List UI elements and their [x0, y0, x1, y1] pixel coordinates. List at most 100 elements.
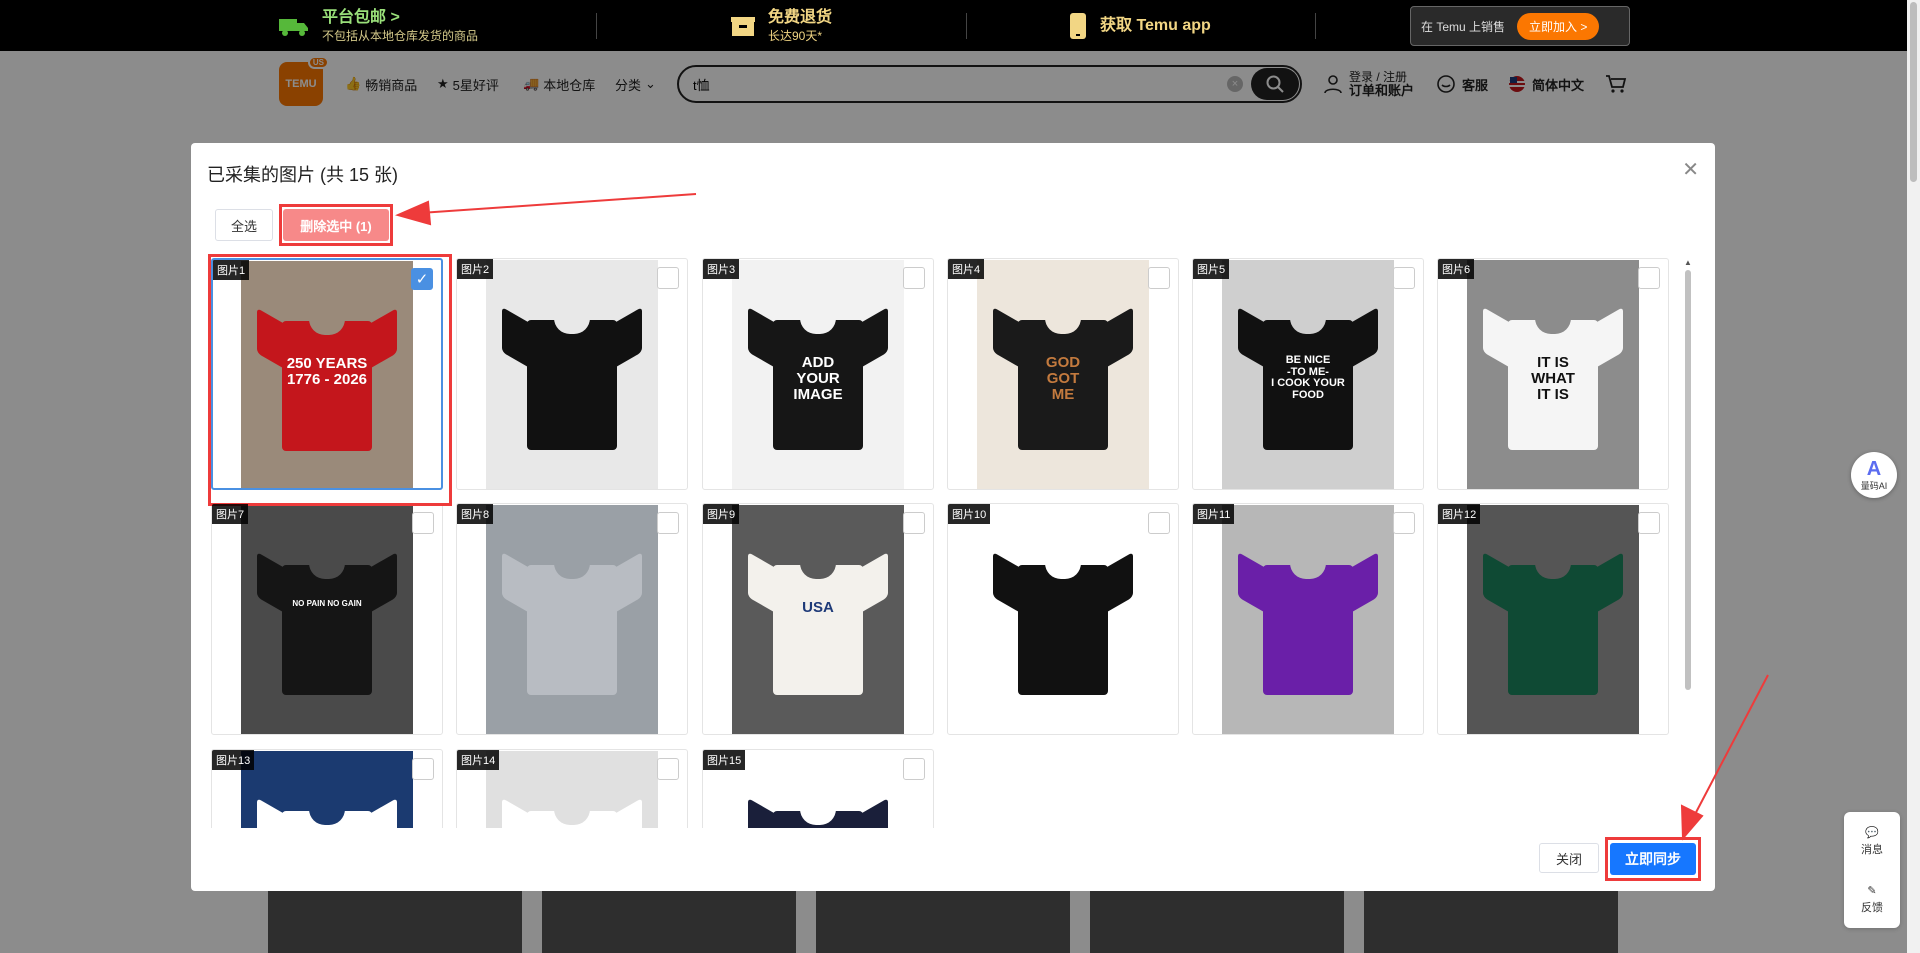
dialog-title: 已采集的图片 (共 15 张): [207, 165, 399, 185]
image-label: 图片8: [457, 504, 494, 524]
image-card[interactable]: 图片11: [1192, 503, 1424, 735]
select-checkbox[interactable]: [1393, 512, 1415, 534]
select-checkbox[interactable]: [657, 758, 679, 780]
shirt-print-text: IT IS WHAT IT IS: [1531, 354, 1575, 403]
scroll-up-icon[interactable]: ▲: [1684, 258, 1692, 267]
free-returns-promo[interactable]: 免费退货 长达90天*: [730, 0, 832, 51]
shirt-print-text: BE NICE -TO ME- I COOK YOUR FOOD: [1271, 354, 1345, 401]
side-tools: 💬 消息 ✎ 反馈: [1844, 812, 1900, 928]
grid-scrollbar[interactable]: ▲: [1684, 258, 1692, 828]
tshirt-graphic: [502, 545, 642, 695]
product-image: [1467, 505, 1639, 734]
select-checkbox[interactable]: [1148, 267, 1170, 289]
select-checkbox[interactable]: [1638, 267, 1660, 289]
select-checkbox[interactable]: [412, 758, 434, 780]
page-scrollbar[interactable]: [1907, 0, 1920, 953]
select-checkbox[interactable]: [657, 512, 679, 534]
scrollbar-thumb[interactable]: [1910, 2, 1917, 182]
image-label: 图片10: [948, 504, 991, 524]
select-checkbox[interactable]: ✓: [411, 268, 433, 290]
product-image: [241, 751, 413, 828]
tshirt-graphic: BE NICE -TO ME- I COOK YOUR FOOD: [1238, 300, 1378, 450]
truck-icon: [279, 18, 308, 36]
image-card[interactable]: BE NICE -TO ME- I COOK YOUR FOOD 图片5: [1192, 258, 1424, 490]
ai-logo-icon: A: [1866, 457, 1882, 480]
shirt-print-text: GOD GOT ME: [1045, 354, 1081, 403]
tshirt-graphic: IT IS WHAT IT IS: [1483, 300, 1623, 450]
product-image: [977, 505, 1149, 734]
image-label: 图片6: [1438, 259, 1475, 279]
tshirt-graphic: [257, 791, 397, 828]
phone-icon: [1070, 12, 1086, 39]
image-label: 图片14: [457, 750, 500, 770]
image-card[interactable]: NO PAIN NO GAIN 图片7: [211, 503, 443, 735]
image-label: 图片5: [1193, 259, 1230, 279]
image-label: 图片7: [212, 504, 249, 524]
image-card[interactable]: 图片15: [702, 749, 934, 828]
join-now-button[interactable]: 立即加入 >: [1517, 12, 1600, 40]
close-button[interactable]: 关闭: [1539, 843, 1599, 873]
free-returns-title: 免费退货: [768, 8, 833, 26]
divider: [966, 13, 967, 39]
get-app-promo[interactable]: 获取 Temu app: [1068, 0, 1211, 51]
tshirt-graphic: GOD GOT ME: [993, 300, 1133, 450]
feedback-tool[interactable]: ✎ 反馈: [1861, 884, 1883, 915]
tshirt-graphic: ADD YOUR IMAGE: [748, 300, 888, 450]
tshirt-graphic: [1483, 545, 1623, 695]
tshirt-graphic: USA: [748, 545, 888, 695]
image-card[interactable]: GOD GOT ME 图片4: [947, 258, 1179, 490]
image-label: 图片4: [948, 259, 985, 279]
shirt-print-text: ADD YOUR IMAGE: [793, 354, 843, 403]
free-returns-sub: 长达90天*: [768, 28, 823, 43]
tshirt-graphic: [502, 791, 642, 828]
ai-label: 量码AI: [1860, 480, 1888, 491]
select-checkbox[interactable]: [1393, 267, 1415, 289]
select-all-button[interactable]: 全选: [215, 209, 273, 241]
free-shipping-title: 平台包邮 >: [322, 8, 400, 26]
product-image: [486, 751, 658, 828]
image-card[interactable]: 图片10: [947, 503, 1179, 735]
select-checkbox[interactable]: [903, 758, 925, 780]
ai-assistant-button[interactable]: A 量码AI: [1851, 452, 1897, 498]
annotation-highlight-delete: [279, 204, 393, 246]
grid-scrollbar-thumb[interactable]: [1685, 270, 1691, 690]
message-tool[interactable]: 💬 消息: [1861, 826, 1883, 857]
image-card[interactable]: USA 图片9: [702, 503, 934, 735]
select-checkbox[interactable]: [412, 512, 434, 534]
image-label: 图片12: [1438, 504, 1481, 524]
sell-on-temu-banner[interactable]: 在 Temu 上销售 立即加入 >: [1410, 6, 1630, 46]
tshirt-graphic: [748, 791, 888, 828]
product-image: [486, 260, 658, 489]
image-card[interactable]: 图片8: [456, 503, 688, 735]
promo-bar: 平台包邮 > 不包括从本地仓库发货的商品 免费退货 长达90天* 获取 Temu…: [0, 0, 1907, 51]
image-label: 图片15: [703, 750, 746, 770]
tshirt-graphic: [993, 545, 1133, 695]
image-label: 图片11: [1193, 504, 1235, 524]
shirt-print-text: NO PAIN NO GAIN: [292, 599, 362, 608]
image-card[interactable]: IT IS WHAT IT IS 图片6: [1437, 258, 1669, 490]
free-shipping-promo[interactable]: 平台包邮 > 不包括从本地仓库发货的商品: [278, 0, 478, 51]
image-card[interactable]: 图片12: [1437, 503, 1669, 735]
select-checkbox[interactable]: [903, 267, 925, 289]
image-card[interactable]: 图片2: [456, 258, 688, 490]
product-image: [732, 751, 904, 828]
message-label: 消息: [1861, 843, 1883, 856]
product-image: IT IS WHAT IT IS: [1467, 260, 1639, 489]
sell-label: 在 Temu 上销售: [1421, 19, 1506, 34]
feedback-icon: ✎: [1867, 884, 1877, 897]
get-app-label: 获取 Temu app: [1100, 16, 1211, 34]
image-label: 图片13: [212, 750, 255, 770]
annotation-highlight-sync: [1605, 837, 1701, 881]
select-checkbox[interactable]: [1638, 512, 1660, 534]
select-checkbox[interactable]: [903, 512, 925, 534]
image-card[interactable]: 图片13: [211, 749, 443, 828]
image-card[interactable]: 图片14: [456, 749, 688, 828]
image-label: 图片3: [703, 259, 740, 279]
feedback-label: 反馈: [1861, 901, 1883, 914]
product-image: NO PAIN NO GAIN: [241, 505, 413, 734]
select-checkbox[interactable]: [657, 267, 679, 289]
close-icon[interactable]: ✕: [1682, 157, 1699, 182]
select-checkbox[interactable]: [1148, 512, 1170, 534]
image-card[interactable]: ADD YOUR IMAGE 图片3: [702, 258, 934, 490]
annotation-highlight-card: [208, 254, 452, 506]
